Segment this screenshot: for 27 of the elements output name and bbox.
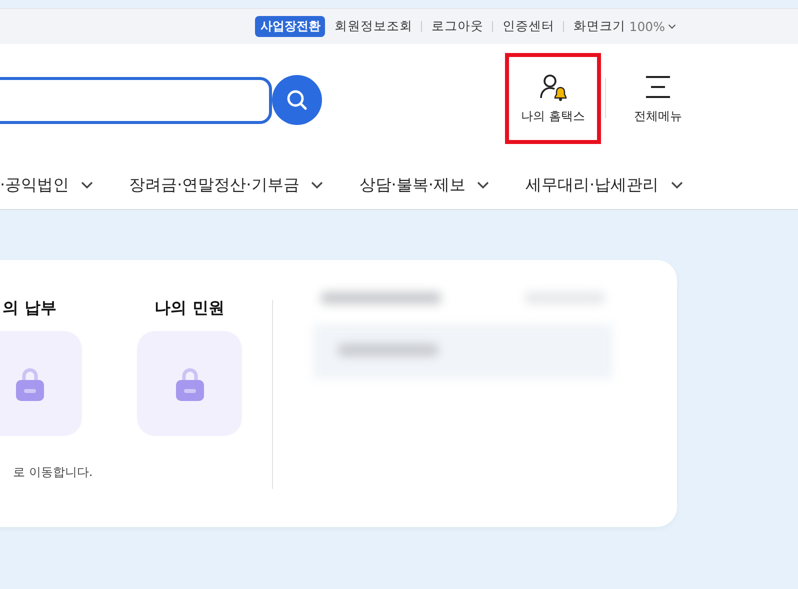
switch-business-link[interactable]: 사업장전환 — [255, 16, 326, 37]
shortcut-tile[interactable] — [0, 331, 82, 436]
zoom-label: 화면크기 — [573, 18, 626, 35]
lock-icon — [174, 366, 204, 400]
caret-icon — [311, 181, 324, 189]
top-link[interactable]: 인증센터 — [502, 18, 554, 35]
search-button[interactable] — [272, 75, 322, 125]
caret-icon — [81, 181, 94, 189]
my-hometax-button[interactable]: 나의 홈택스 — [505, 52, 601, 144]
caret-icon — [670, 181, 683, 189]
nav-menu-item[interactable]: ·공익법인 — [0, 174, 94, 196]
shortcut-title: 의 납부 — [2, 298, 56, 319]
search-icon — [285, 88, 309, 112]
shortcut-tile[interactable] — [137, 331, 242, 436]
shortcut-title: 나의 민원 — [154, 298, 224, 319]
nav-menu-item[interactable]: 장려금·연말정산·기부금 — [129, 174, 324, 196]
caret-icon — [668, 24, 676, 29]
info-text: 로 이동합니다. — [12, 464, 94, 481]
caret-icon — [477, 181, 490, 189]
nav-menu-item[interactable]: 상담·불복·제보 — [359, 174, 490, 196]
person-bell-icon — [538, 72, 568, 102]
top-link[interactable]: 로그아웃 — [431, 18, 484, 35]
nav-menu-item[interactable]: 세무대리·납세관리 — [525, 174, 683, 196]
search-field[interactable] — [0, 76, 272, 124]
lock-icon — [14, 366, 44, 400]
top-link[interactable]: 회원정보조회 — [334, 18, 412, 35]
zoom-dropdown[interactable]: 100% — [629, 19, 676, 34]
